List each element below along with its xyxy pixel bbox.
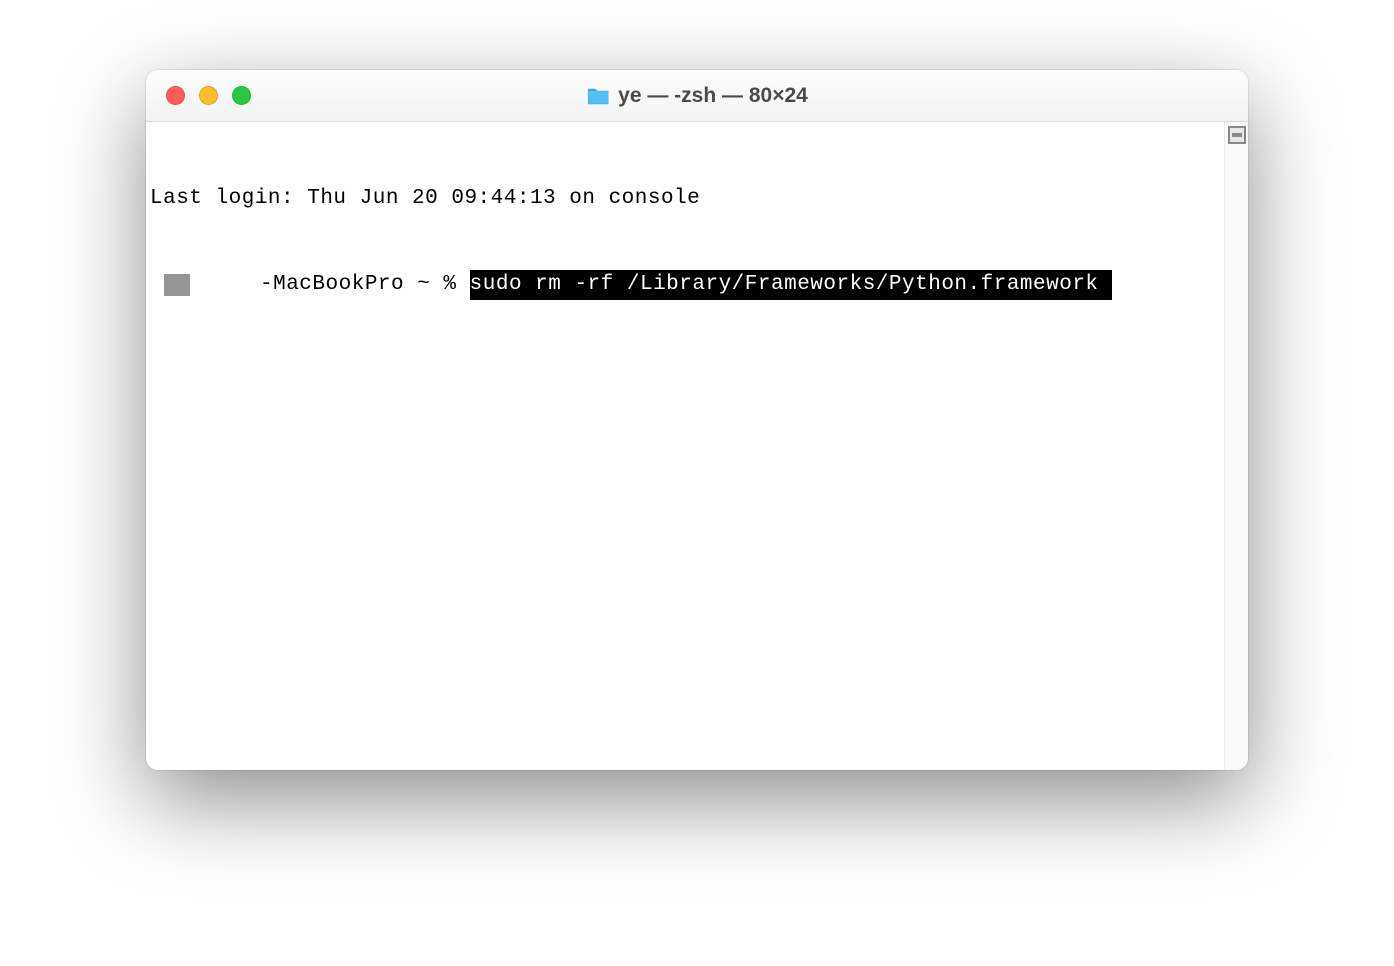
prompt-line: -MacBookPro ~ % sudo rm -rf /Library/Fra… [150, 270, 1220, 300]
traffic-lights [146, 86, 251, 105]
folder-icon [586, 86, 610, 106]
window-title: ye — -zsh — 80×24 [586, 84, 808, 108]
close-button[interactable] [166, 86, 185, 105]
terminal-content[interactable]: Last login: Thu Jun 20 09:44:13 on conso… [146, 122, 1224, 770]
last-login-line: Last login: Thu Jun 20 09:44:13 on conso… [150, 185, 1220, 213]
titlebar[interactable]: ye — -zsh — 80×24 [146, 70, 1248, 122]
zoom-button[interactable] [232, 86, 251, 105]
prompt-prefix: -MacBookPro ~ % [260, 271, 470, 299]
terminal-window: ye — -zsh — 80×24 Last login: Thu Jun 20… [146, 70, 1248, 770]
terminal-body: Last login: Thu Jun 20 09:44:13 on conso… [146, 122, 1248, 770]
minimize-button[interactable] [199, 86, 218, 105]
window-title-text: ye — -zsh — 80×24 [618, 84, 808, 108]
scrollbar-indicator-icon [1228, 126, 1246, 144]
redacted-username [164, 274, 190, 296]
scrollbar[interactable] [1224, 122, 1248, 770]
command-input[interactable]: sudo rm -rf /Library/Frameworks/Python.f… [470, 270, 1112, 300]
